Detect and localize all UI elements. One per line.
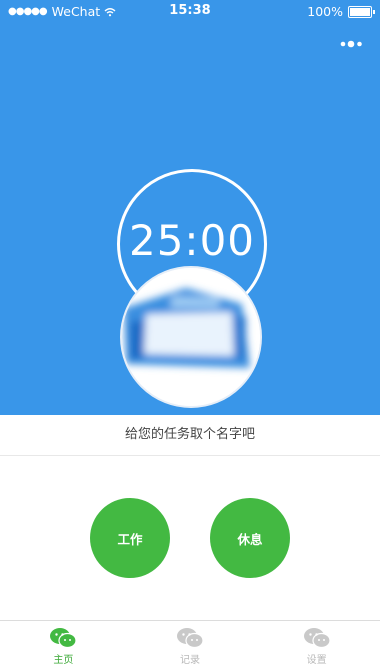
timer-panel: 25:00 bbox=[0, 22, 380, 415]
tab-bar: 主页 记录 设置 bbox=[0, 620, 380, 671]
rest-button[interactable]: 休息 bbox=[210, 498, 290, 578]
tab-label: 主页 bbox=[53, 655, 74, 666]
task-avatar-image[interactable] bbox=[120, 266, 262, 408]
wechat-icon bbox=[303, 628, 331, 649]
blurred-image-graphic bbox=[122, 268, 260, 406]
timer-display: 25:00 bbox=[128, 216, 256, 265]
battery-icon bbox=[348, 5, 375, 18]
tab-records[interactable]: 记录 bbox=[127, 621, 254, 671]
status-right: 100% bbox=[307, 4, 375, 19]
tab-home[interactable]: 主页 bbox=[0, 621, 127, 671]
tab-label: 设置 bbox=[306, 655, 327, 666]
battery-percent: 100% bbox=[307, 4, 343, 19]
more-options-icon[interactable] bbox=[340, 38, 364, 50]
work-button[interactable]: 工作 bbox=[90, 498, 170, 578]
wechat-icon bbox=[50, 628, 77, 649]
tab-label: 记录 bbox=[180, 655, 200, 666]
task-name-prompt[interactable]: 给您的任务取个名字吧 bbox=[0, 415, 380, 456]
tab-settings[interactable]: 设置 bbox=[253, 621, 380, 671]
wechat-icon bbox=[177, 628, 204, 649]
status-bar: ●●●●● WeChat 15:38 100% bbox=[0, 0, 380, 22]
